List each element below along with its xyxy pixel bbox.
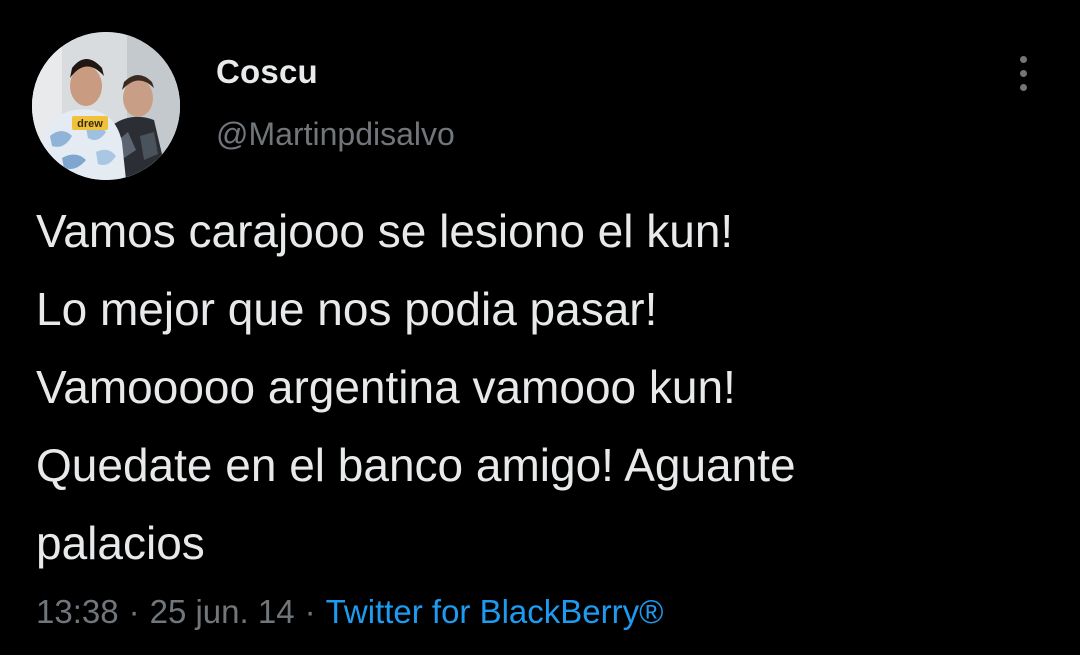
- tweet-time[interactable]: 13:38: [36, 593, 119, 630]
- avatar-logo-text: drew: [77, 118, 103, 130]
- avatar[interactable]: drew: [32, 32, 180, 180]
- tweet-text-line: Quedate en el banco amigo! Aguante: [36, 439, 796, 491]
- more-dot: [1020, 84, 1027, 91]
- display-name[interactable]: Coscu: [216, 53, 318, 91]
- more-dot: [1020, 56, 1027, 63]
- tweet-text: Vamos carajooo se lesiono el kun! Lo mej…: [36, 192, 1056, 582]
- tweet-text-line: Vamos carajooo se lesiono el kun!: [36, 205, 734, 257]
- meta-separator: ·: [128, 593, 140, 630]
- more-dot: [1020, 70, 1027, 77]
- tweet-text-line: Lo mejor que nos podia pasar!: [36, 283, 658, 335]
- tweet-source-link[interactable]: Twitter for BlackBerry®: [326, 593, 664, 630]
- avatar-photo: drew: [32, 32, 180, 180]
- tweet-meta: 13:38 · 25 jun. 14 · Twitter for BlackBerry®: [36, 593, 663, 631]
- tweet-date[interactable]: 25 jun. 14: [150, 593, 295, 630]
- tweet: drew Coscu @Martinpdisalvo Vamos carajoo…: [0, 0, 1080, 655]
- tweet-text-line: palacios: [36, 517, 205, 569]
- user-handle[interactable]: @Martinpdisalvo: [216, 116, 455, 153]
- more-vertical-icon[interactable]: [1008, 54, 1040, 94]
- meta-separator: ·: [304, 593, 316, 630]
- tweet-text-line: Vamooooo argentina vamooo kun!: [36, 361, 736, 413]
